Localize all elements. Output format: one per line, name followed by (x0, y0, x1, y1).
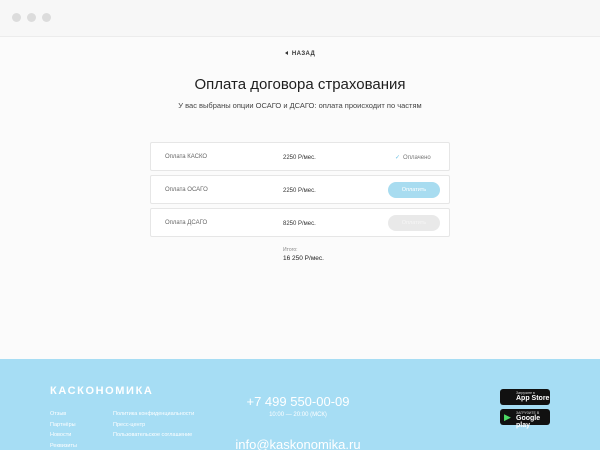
page-title: Оплата договора страхования (194, 76, 406, 93)
total-value: 16 250 Р/мес. (283, 255, 324, 262)
app-store-badge[interactable]: Загрузите в App Store (500, 389, 550, 405)
paid-status: ✓ Оплачено (395, 154, 431, 161)
page-subtitle: У вас выбраны опции ОСАГО и ДСАГО: оплат… (178, 101, 422, 110)
footer: КАСКОНОМИКА Отзыв Партнёры Новости Рекви… (0, 359, 600, 450)
window-close-dot[interactable] (12, 13, 21, 22)
footer-hours: 10:00 — 20:00 (МСК) (269, 412, 327, 418)
back-arrow-icon (284, 51, 288, 55)
footer-links-col2: Политика конфиденциальности Пресс-центр … (113, 409, 194, 441)
google-play-icon: ▶ (504, 412, 511, 422)
badge-big-text: App Store (516, 395, 550, 402)
badge-big-text: Google play (516, 415, 541, 429)
browser-chrome (0, 0, 600, 37)
back-label: НАЗАД (291, 51, 316, 57)
payment-row-osago: Оплата ОСАГО 2250 Р/мес. Оплатить (150, 175, 450, 204)
pay-osago-button[interactable]: Оплатить (388, 182, 440, 198)
check-icon: ✓ (395, 155, 401, 161)
footer-email[interactable]: info@kaskonomika.ru (198, 437, 398, 450)
footer-link[interactable]: Реквизиты (50, 441, 77, 450)
footer-logo[interactable]: КАСКОНОМИКА (50, 385, 153, 397)
payment-row-dsago: Оплата ДСАГО 8250 Р/мес. Оплатить (150, 208, 450, 237)
payment-price: 2250 Р/мес. (283, 188, 316, 194)
total-label: Итого: (283, 247, 298, 253)
payment-name: Оплата КАСКО (165, 154, 208, 160)
window-maximize-dot[interactable] (42, 13, 51, 22)
footer-link[interactable]: Политика конфиденциальности (113, 409, 194, 420)
payment-price: 2250 Р/мес. (283, 155, 316, 161)
footer-link[interactable]: Пресс-центр (113, 420, 194, 431)
footer-link[interactable]: Пользовательское соглашение (113, 430, 194, 441)
payment-price: 8250 Р/мес. (283, 221, 316, 227)
footer-links-col1: Отзыв Партнёры Новости Реквизиты (50, 409, 77, 450)
payment-name: Оплата ОСАГО (165, 187, 208, 193)
window-minimize-dot[interactable] (27, 13, 36, 22)
paid-status-label: Оплачено (403, 155, 431, 161)
payment-row-kasko: Оплата КАСКО 2250 Р/мес. ✓ Оплачено (150, 142, 450, 171)
back-link[interactable]: НАЗАД (0, 51, 600, 57)
pay-dsago-button[interactable]: Оплатить (388, 215, 440, 231)
footer-link[interactable]: Партнёры (50, 420, 77, 431)
payment-name: Оплата ДСАГО (165, 220, 208, 226)
footer-link[interactable]: Новости (50, 430, 77, 441)
google-play-badge[interactable]: ▶ ЗАГРУЗИТЕ В Google play (500, 409, 550, 429)
footer-phone[interactable]: +7 499 550-00-09 (198, 394, 398, 409)
footer-link[interactable]: Отзыв (50, 409, 77, 420)
